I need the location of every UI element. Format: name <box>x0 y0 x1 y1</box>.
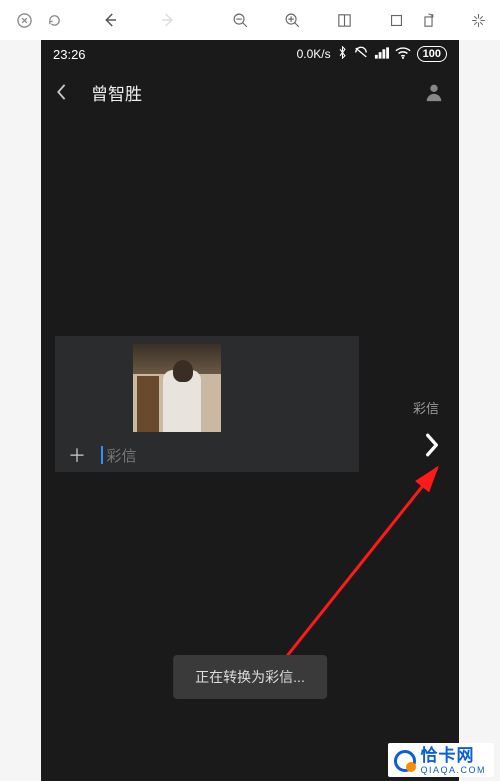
chat-header: 曾智胜 <box>41 68 459 116</box>
signal-icon <box>374 47 389 62</box>
watermark-logo-icon <box>394 750 416 772</box>
zoom-out-icon[interactable] <box>226 6 254 34</box>
back-icon[interactable] <box>96 6 124 34</box>
status-time: 23:26 <box>53 47 86 62</box>
reload-icon[interactable] <box>40 6 68 34</box>
fit-width-icon[interactable] <box>330 6 358 34</box>
message-input[interactable]: 彩信 <box>101 445 347 466</box>
contact-name: 曾智胜 <box>91 80 142 105</box>
wifi-icon <box>395 47 411 62</box>
status-net-speed: 0.0K/s <box>297 47 331 61</box>
rotate-icon[interactable] <box>414 6 442 34</box>
vibrate-icon <box>354 46 368 62</box>
message-placeholder: 彩信 <box>107 445 137 466</box>
toast-message: 正在转换为彩信... <box>173 655 327 699</box>
watermark: 恰卡网 QIAQA.COM <box>388 743 494 777</box>
toast-text: 正在转换为彩信... <box>195 669 305 685</box>
text-cursor <box>101 446 103 464</box>
add-attachment-button[interactable]: ＋ <box>67 442 87 468</box>
bluetooth-icon <box>337 46 348 62</box>
attachment-thumbnail[interactable] <box>133 344 221 432</box>
forward-icon <box>154 6 182 34</box>
compose-box: ＋ 彩信 <box>55 336 359 472</box>
status-bar: 23:26 0.0K/s 100 <box>41 40 459 68</box>
send-button[interactable] <box>423 432 441 463</box>
battery-indicator: 100 <box>417 46 447 62</box>
sparkle-icon[interactable] <box>464 6 492 34</box>
contact-icon[interactable] <box>423 81 445 103</box>
phone-screenshot: 23:26 0.0K/s 100 <box>41 40 459 781</box>
close-icon[interactable] <box>10 6 38 34</box>
annotation-arrow <box>269 456 459 676</box>
viewer-toolbar <box>0 0 500 40</box>
back-button[interactable] <box>55 83 79 101</box>
watermark-en: QIAQA.COM <box>420 766 486 775</box>
mms-label: 彩信 <box>413 398 439 417</box>
actual-size-icon[interactable] <box>382 6 410 34</box>
zoom-in-icon[interactable] <box>278 6 306 34</box>
watermark-cn: 恰卡网 <box>420 747 486 764</box>
